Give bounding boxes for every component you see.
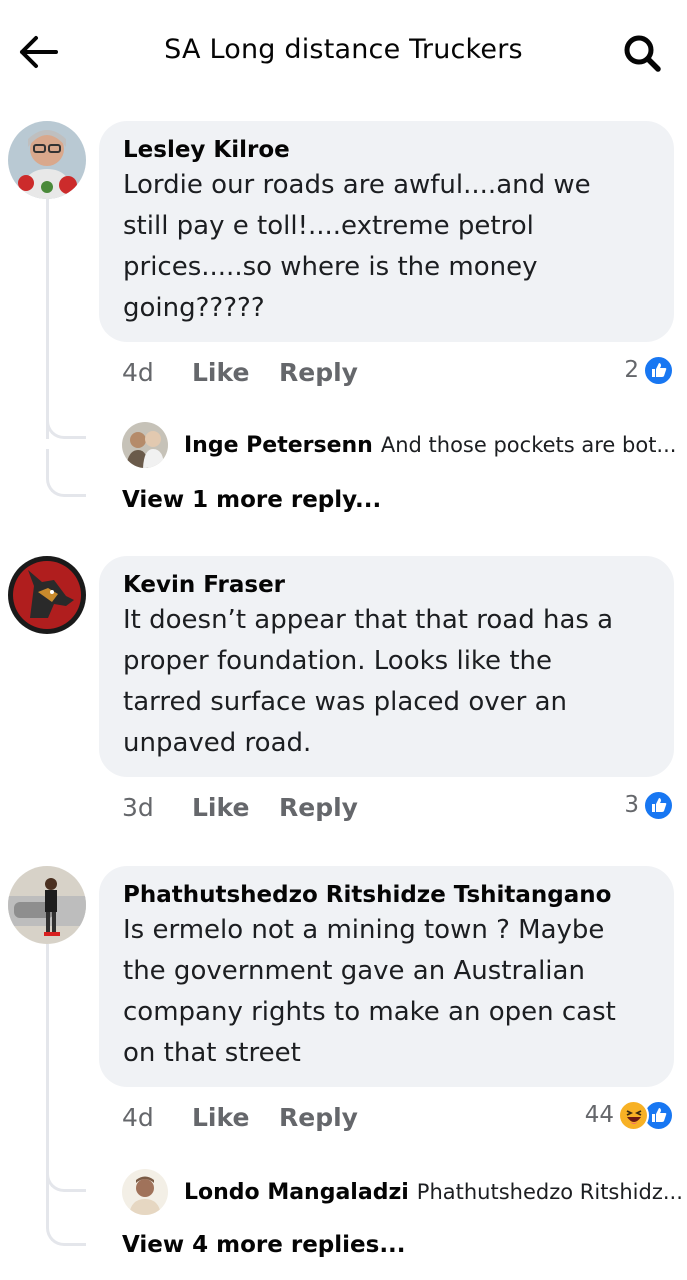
- comment-text-line: company rights to make an open cast: [123, 997, 616, 1027]
- reaction-count: 3: [624, 792, 639, 818]
- comment-text-line: going?????: [123, 293, 265, 323]
- reply-preview[interactable]: Inge Petersenn And those pockets are bot…: [122, 421, 676, 469]
- reaction-summary[interactable]: 3: [624, 787, 674, 823]
- thread-branch: [46, 1200, 86, 1246]
- page-title: SA Long distance Truckers: [164, 34, 523, 65]
- comment-text-line: tarred surface was placed over an: [123, 687, 567, 717]
- reply-button[interactable]: Reply: [279, 793, 358, 822]
- avatar[interactable]: [8, 866, 86, 944]
- avatar[interactable]: [8, 556, 86, 634]
- comment-author[interactable]: Phathutshedzo Ritshidze Tshitangano: [123, 880, 652, 910]
- comment-bubble[interactable]: Phathutshedzo Ritshidze Tshitangano Is e…: [99, 866, 674, 1087]
- reply-button[interactable]: Reply: [279, 358, 358, 387]
- comment-actions: 4d Like Reply: [122, 354, 358, 390]
- avatar[interactable]: [8, 121, 86, 199]
- top-app-bar: SA Long distance Truckers: [0, 0, 687, 105]
- reply-text: And those pockets are bot...: [380, 433, 677, 457]
- reaction-summary[interactable]: 44: [585, 1097, 674, 1133]
- reply-button[interactable]: Reply: [279, 1103, 358, 1132]
- view-more-replies-link[interactable]: View 1 more reply...: [122, 487, 381, 513]
- search-button[interactable]: [619, 30, 665, 76]
- comment-text-line: Lordie our roads are awful....and we: [123, 170, 591, 200]
- reply-author[interactable]: Inge Petersenn: [184, 433, 373, 458]
- comment-author[interactable]: Kevin Fraser: [123, 570, 652, 600]
- like-button[interactable]: Like: [192, 358, 279, 387]
- reaction-summary[interactable]: 2: [624, 352, 674, 388]
- comment-actions: 4d Like Reply: [122, 1099, 358, 1135]
- comment-bubble[interactable]: Lesley Kilroe Lordie our roads are awful…: [99, 121, 674, 342]
- comment-time: 4d: [122, 357, 154, 387]
- comment-text-line: proper foundation. Looks like the: [123, 646, 552, 676]
- reaction-count: 44: [584, 1102, 614, 1128]
- reply-author[interactable]: Londo Mangaladzi: [184, 1180, 409, 1205]
- comment-text-line: It doesn’t appear that that road has a: [123, 605, 614, 635]
- comment-author[interactable]: Lesley Kilroe: [123, 135, 652, 165]
- comment-text-line: unpaved road.: [123, 728, 312, 758]
- view-more-replies-link[interactable]: View 4 more replies...: [122, 1232, 406, 1258]
- like-button[interactable]: Like: [192, 793, 279, 822]
- like-reaction-icon: [643, 789, 674, 821]
- comment-bubble[interactable]: Kevin Fraser It doesn’t appear that that…: [99, 556, 674, 777]
- avatar[interactable]: [122, 1169, 168, 1215]
- comment-actions: 3d Like Reply: [122, 789, 358, 825]
- reaction-count: 2: [624, 357, 639, 383]
- reply-text: Phathutshedzo Ritshidz...: [416, 1180, 683, 1204]
- comment-time: 3d: [122, 792, 154, 822]
- thread-branch: [46, 449, 86, 497]
- comment-text-line: on that street: [123, 1038, 301, 1068]
- comment-text-line: the government gave an Australian: [123, 956, 585, 986]
- like-button[interactable]: Like: [192, 1103, 279, 1132]
- comment-text-line: prices.....so where is the money: [123, 252, 538, 282]
- reply-preview[interactable]: Londo Mangaladzi Phathutshedzo Ritshidz.…: [122, 1168, 683, 1216]
- comment-time: 4d: [122, 1102, 154, 1132]
- like-reaction-icon: [643, 354, 674, 386]
- search-icon: [624, 35, 661, 72]
- thread-branch: [46, 1144, 86, 1192]
- thread-branch: [46, 392, 86, 439]
- comment-text-line: Is ermelo not a mining town ? Maybe: [123, 915, 605, 945]
- comment-text-line: still pay e toll!....extreme petrol: [123, 211, 534, 241]
- haha-reaction-icon: [618, 1099, 649, 1131]
- avatar[interactable]: [122, 422, 168, 468]
